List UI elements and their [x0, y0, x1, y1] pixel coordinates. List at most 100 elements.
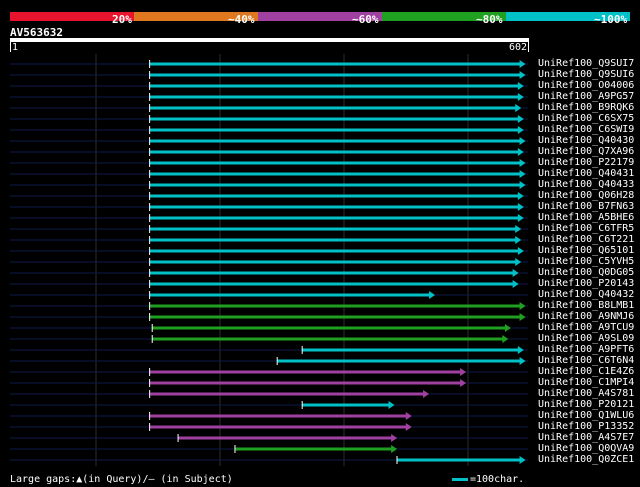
hit-arrow	[515, 236, 522, 244]
hit-arrow	[517, 82, 524, 90]
hit-bar	[149, 128, 519, 132]
hit-label[interactable]: UniRef100_P20121	[538, 399, 634, 410]
hit-label[interactable]: UniRef100_Q0DG05	[538, 267, 634, 278]
hit-bar	[149, 139, 521, 143]
hit-bar	[178, 436, 393, 440]
hit-label[interactable]: UniRef100_C6TFR5	[538, 223, 634, 234]
hit-bar	[152, 326, 506, 330]
hit-arrow	[512, 269, 519, 277]
hit-bar	[149, 260, 517, 264]
hit-arrow	[519, 313, 526, 321]
hit-label[interactable]: UniRef100_B7FN63	[538, 201, 634, 212]
hit-label[interactable]: UniRef100_Q7XA96	[538, 146, 634, 157]
hit-label[interactable]: UniRef100_A9TCU9	[538, 322, 634, 333]
hit-arrow	[519, 456, 526, 464]
hit-label[interactable]: UniRef100_A4S781	[538, 388, 634, 399]
hit-bar	[149, 95, 519, 99]
scale-bar	[452, 478, 468, 481]
hit-label[interactable]: UniRef100_C6SX75	[538, 113, 634, 124]
hit-arrow	[391, 445, 398, 453]
hit-label[interactable]: UniRef100_A9PFT6	[538, 344, 634, 355]
hit-label[interactable]: UniRef100_Q40433	[538, 179, 634, 190]
hit-bar	[149, 117, 519, 121]
hit-arrow	[519, 159, 526, 167]
hit-bar	[277, 359, 521, 363]
hit-bar	[149, 84, 519, 88]
hit-bar	[149, 216, 519, 220]
hit-label[interactable]: UniRef100_O04006	[538, 80, 634, 91]
hit-arrow	[517, 115, 524, 123]
hit-label[interactable]: UniRef100_Q06H28	[538, 190, 634, 201]
hit-label[interactable]: UniRef100_Q1WLU6	[538, 410, 634, 421]
hit-bar	[149, 304, 521, 308]
hit-bar	[149, 249, 519, 253]
hit-bar	[149, 425, 407, 429]
large-gaps-legend: Large gaps:▲(in Query)/– (in Subject)	[10, 474, 233, 485]
hit-bar	[149, 381, 462, 385]
hit-label[interactable]: UniRef100_A9NMJ6	[538, 311, 634, 322]
hit-arrow	[517, 148, 524, 156]
hit-label[interactable]: UniRef100_Q0QVA9	[538, 443, 634, 454]
hit-arrow	[502, 335, 509, 343]
hit-arrow	[517, 203, 524, 211]
hit-bar	[149, 73, 521, 77]
hit-arrow	[517, 126, 524, 134]
hit-bar	[149, 183, 521, 187]
hit-bar	[149, 271, 514, 275]
hit-bar	[302, 403, 390, 407]
hit-arrow	[519, 302, 526, 310]
hit-arrow	[388, 401, 395, 409]
hit-bar	[149, 205, 519, 209]
hit-bar	[149, 172, 521, 176]
hit-label[interactable]: UniRef100_B9RQK6	[538, 102, 634, 113]
hit-bar	[396, 458, 521, 462]
hit-label[interactable]: UniRef100_C1E4Z6	[538, 366, 634, 377]
hit-bar	[149, 282, 514, 286]
hit-label[interactable]: UniRef100_Q40431	[538, 168, 634, 179]
hit-bar	[149, 194, 519, 198]
hit-bar	[149, 150, 519, 154]
hit-label[interactable]: UniRef100_Q40432	[538, 289, 634, 300]
hit-label[interactable]: UniRef100_Q9SUI6	[538, 69, 634, 80]
scale-label: =100char.	[470, 474, 525, 485]
hit-bar	[149, 62, 521, 66]
hit-arrow	[517, 192, 524, 200]
hit-arrow	[429, 291, 436, 299]
hit-arrow	[460, 379, 467, 387]
hit-arrow	[504, 324, 511, 332]
hit-bar	[149, 293, 431, 297]
hit-arrow	[519, 181, 526, 189]
hit-label[interactable]: UniRef100_A5BHE6	[538, 212, 634, 223]
hit-label[interactable]: UniRef100_A9SL09	[538, 333, 634, 344]
hit-arrow	[517, 93, 524, 101]
hit-label[interactable]: UniRef100_P22179	[538, 157, 634, 168]
hit-bar	[149, 106, 517, 110]
hit-label[interactable]: UniRef100_A9PG57	[538, 91, 634, 102]
hit-label[interactable]: UniRef100_P20143	[538, 278, 634, 289]
hit-label[interactable]: UniRef100_C5YVH5	[538, 256, 634, 267]
hit-label[interactable]: UniRef100_C6SWI9	[538, 124, 634, 135]
hit-arrow	[515, 225, 522, 233]
hit-arrow	[519, 357, 526, 365]
hit-arrow	[423, 390, 430, 398]
hit-arrow	[519, 137, 526, 145]
hit-label[interactable]: UniRef100_Q9SUI7	[538, 58, 634, 69]
hit-label[interactable]: UniRef100_C6T6N4	[538, 355, 634, 366]
hit-bar	[234, 447, 393, 451]
hit-label[interactable]: UniRef100_Q0ZCE1	[538, 454, 634, 465]
hit-bar	[149, 370, 462, 374]
hit-label[interactable]: UniRef100_P13352	[538, 421, 634, 432]
hit-label[interactable]: UniRef100_C1MPI4	[538, 377, 634, 388]
hit-label[interactable]: UniRef100_Q40430	[538, 135, 634, 146]
hit-bar	[149, 238, 517, 242]
hit-arrow	[515, 104, 522, 112]
hit-bar	[149, 161, 521, 165]
hit-label[interactable]: UniRef100_Q65101	[538, 245, 634, 256]
hit-label[interactable]: UniRef100_C6T221	[538, 234, 634, 245]
hit-arrow	[515, 258, 522, 266]
hit-bar	[149, 414, 407, 418]
hit-bar	[149, 315, 521, 319]
hit-arrow	[405, 423, 412, 431]
hit-label[interactable]: UniRef100_B8LMB1	[538, 300, 634, 311]
hit-label[interactable]: UniRef100_A4S7E7	[538, 432, 634, 443]
